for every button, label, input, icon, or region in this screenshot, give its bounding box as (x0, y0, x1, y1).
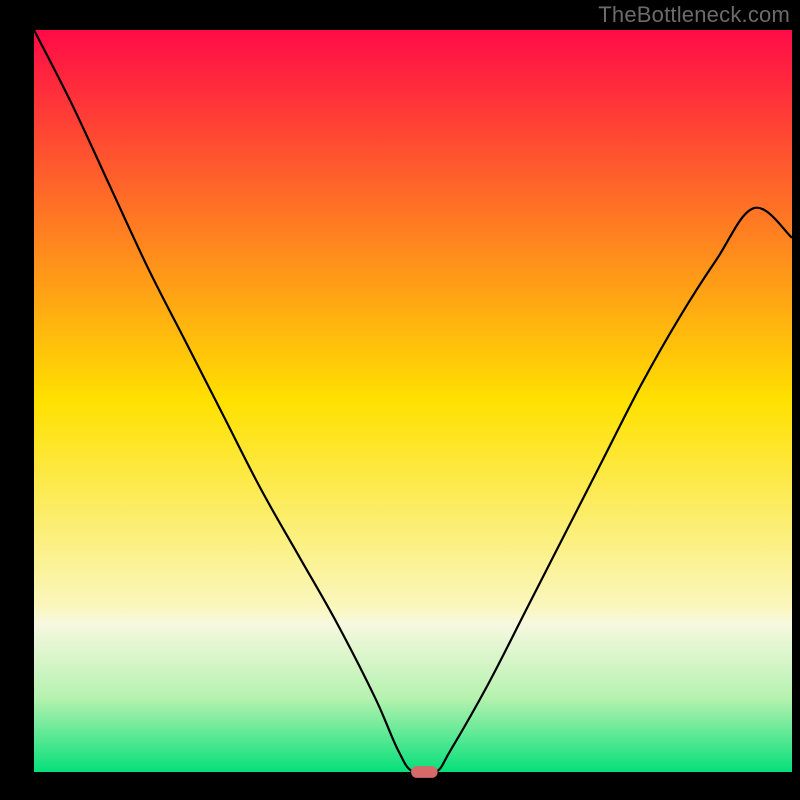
bottleneck-chart: TheBottleneck.com (0, 0, 800, 800)
chart-svg (0, 0, 800, 800)
attribution-label: TheBottleneck.com (598, 2, 790, 28)
optimal-point-marker (411, 766, 438, 778)
plot-area (34, 30, 792, 772)
